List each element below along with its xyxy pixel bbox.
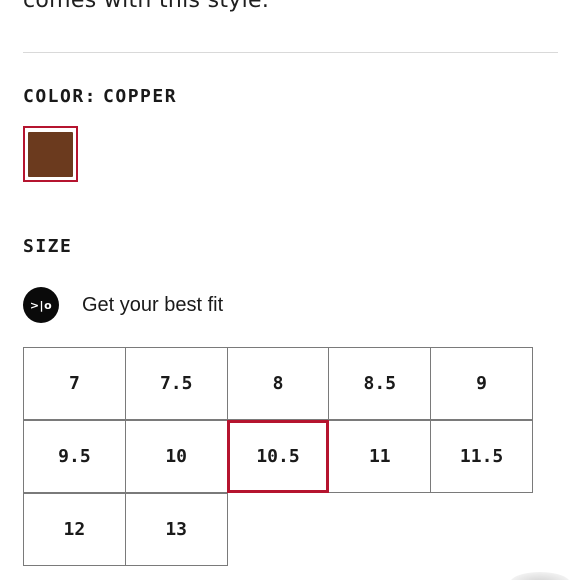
size-row: 12 13 (23, 493, 537, 566)
section-divider (23, 52, 558, 53)
size-option-8[interactable]: 8 (226, 347, 330, 420)
fit-finder-icon: >|o (23, 287, 59, 323)
size-heading: SIZE (23, 236, 73, 257)
color-label: COLOR: (23, 86, 98, 107)
copper-swatch-fill (28, 131, 73, 177)
fit-finder-label: Get your best fit (82, 293, 224, 316)
size-option-8-5[interactable]: 8.5 (328, 347, 432, 420)
size-option-11[interactable]: 11 (328, 420, 432, 493)
color-swatch-copper[interactable] (23, 126, 78, 182)
size-option-13[interactable]: 13 (124, 493, 228, 566)
size-row: 7 7.5 8 8.5 9 (23, 347, 537, 420)
size-option-9-5[interactable]: 9.5 (23, 420, 126, 493)
description-text: comes with this style. (23, 0, 270, 13)
size-option-7-5[interactable]: 7.5 (124, 347, 228, 420)
size-grid: 7 7.5 8 8.5 9 9.5 10 10.5 11 11.5 12 13 (23, 347, 537, 566)
color-value: COPPER (103, 86, 178, 107)
fit-finder-link[interactable]: >|o Get your best fit (23, 287, 223, 323)
size-option-9[interactable]: 9 (430, 347, 533, 420)
size-option-12[interactable]: 12 (23, 493, 126, 566)
color-selection-label: COLOR: COPPER (23, 86, 177, 107)
size-option-11-5[interactable]: 11.5 (430, 420, 533, 493)
product-options-panel: comes with this style. COLOR: COPPER SIZE… (0, 0, 580, 580)
size-option-10[interactable]: 10 (124, 420, 228, 493)
scroll-shadow (510, 572, 570, 580)
size-option-7[interactable]: 7 (23, 347, 126, 420)
size-option-10-5[interactable]: 10.5 (226, 420, 330, 493)
size-row: 9.5 10 10.5 11 11.5 (23, 420, 537, 493)
